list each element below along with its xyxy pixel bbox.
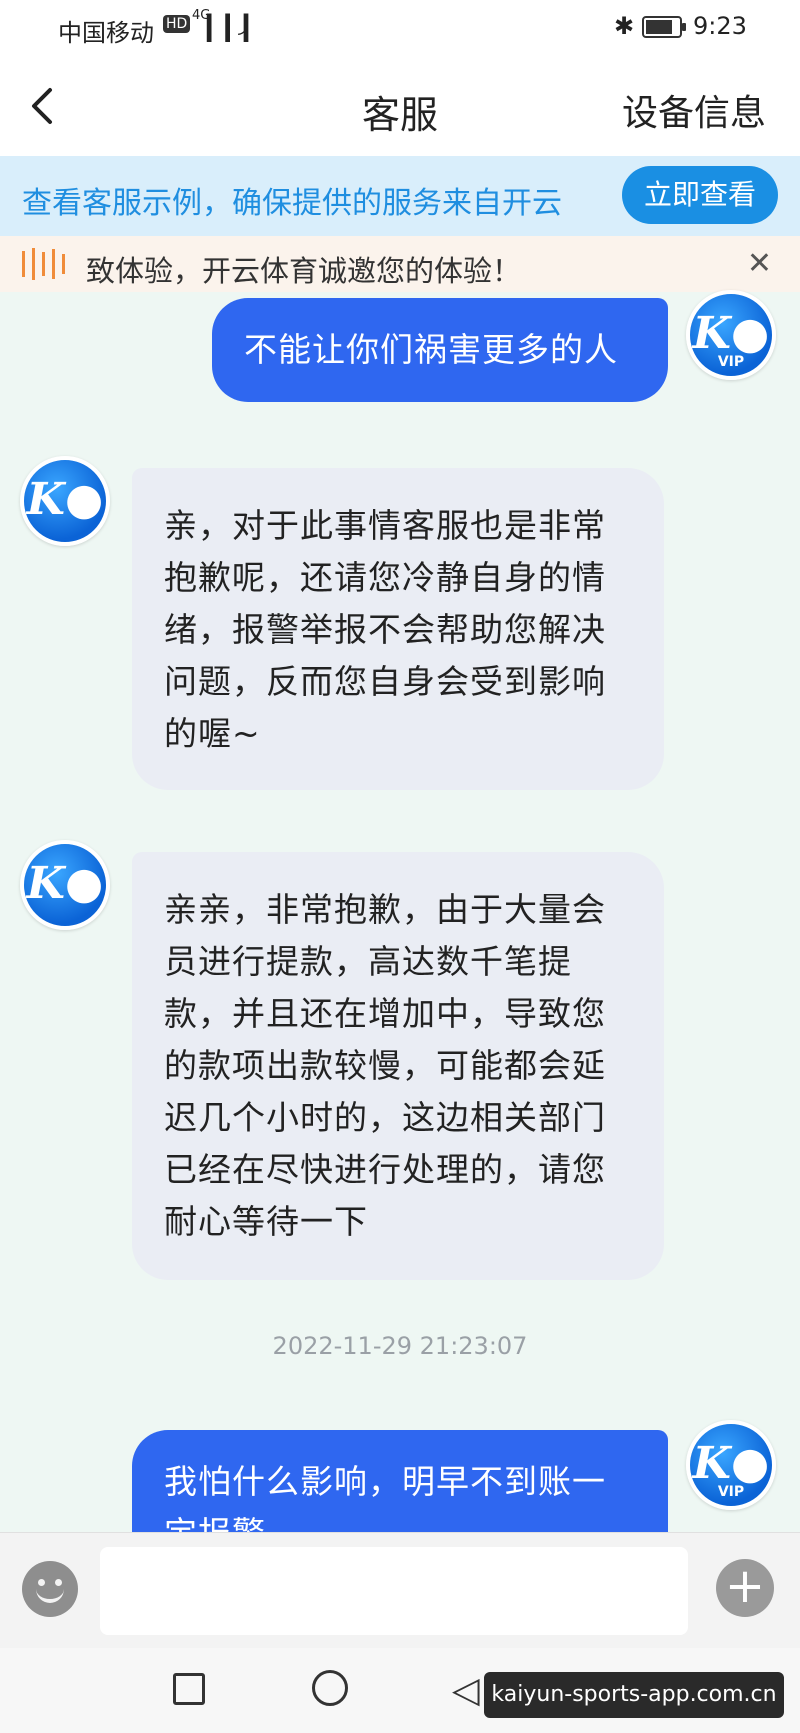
message-bubble-agent: 亲，对于此事情客服也是非常抱歉呢，还请您冷静自身的情绪，报警举报不会帮助您解决问… (132, 468, 664, 790)
recent-apps-icon[interactable] (173, 1673, 205, 1705)
notice-text: 致体验，开云体育诚邀您的体验！ (86, 254, 522, 288)
user-avatar[interactable]: K● VIP (686, 290, 776, 380)
vip-badge: VIP (717, 1484, 745, 1500)
status-bar: 中国移动 HD 4G ▎▎▎ ◞ ✱ 9:23 (0, 0, 800, 56)
message-text: 亲亲，非常抱歉，由于大量会员进行提款，高达数千笔提款，并且还在增加中，导致您的款… (164, 890, 606, 1241)
battery-icon (642, 16, 686, 38)
user-avatar[interactable]: K● VIP (686, 1420, 776, 1510)
kaiyun-logo-icon: K● (26, 858, 104, 909)
close-icon[interactable]: ✕ (747, 246, 772, 281)
back-triangle-icon[interactable]: ◁ (452, 1670, 480, 1711)
plus-icon[interactable]: + (716, 1559, 774, 1617)
banner-text: 查看客服示例，确保提供的服务来自开云 (22, 186, 562, 221)
message-bubble-user: 不能让你们祸害更多的人 (212, 298, 668, 402)
agent-avatar[interactable]: K● (20, 840, 110, 930)
signal-icon: ▎▎▎ (207, 14, 263, 42)
kaiyun-logo-icon: K● (692, 308, 770, 359)
message-timestamp: 2022-11-29 21:23:07 (272, 1332, 528, 1360)
device-info-button[interactable]: 设备信息 (622, 84, 766, 136)
status-time: 9:23 (693, 12, 747, 40)
sound-wave-icon (22, 248, 65, 280)
notice-bar: 致体验，开云体育诚邀您的体验！ ✕ (0, 236, 800, 292)
wifi-icon: ◞ (238, 10, 248, 38)
watermark: kaiyun-sports-app.com.cn (484, 1672, 784, 1718)
chevron-left-icon (32, 88, 52, 124)
verification-banner: 查看客服示例，确保提供的服务来自开云 立即查看 (0, 156, 800, 236)
header: 客服 设备信息 (0, 56, 800, 156)
message-input[interactable] (100, 1547, 688, 1635)
kaiyun-logo-icon: K● (692, 1438, 770, 1489)
bluetooth-icon: ✱ (614, 12, 635, 40)
vip-badge: VIP (717, 354, 745, 370)
home-icon[interactable] (312, 1670, 348, 1706)
agent-avatar[interactable]: K● (20, 456, 110, 546)
carrier-label: 中国移动 (58, 19, 154, 47)
input-bar: + (0, 1532, 800, 1648)
kaiyun-logo-icon: K● (26, 474, 104, 525)
back-button[interactable] (24, 84, 64, 128)
emoji-icon[interactable] (22, 1561, 78, 1617)
view-now-button[interactable]: 立即查看 (622, 166, 778, 224)
message-bubble-agent: 亲亲，非常抱歉，由于大量会员进行提款，高达数千笔提款，并且还在增加中，导致您的款… (132, 852, 664, 1280)
message-text: 不能让你们祸害更多的人 (244, 330, 618, 369)
hd-badge: HD (163, 15, 191, 33)
message-text: 亲，对于此事情客服也是非常抱歉呢，还请您冷静自身的情绪，报警举报不会帮助您解决问… (164, 506, 606, 753)
